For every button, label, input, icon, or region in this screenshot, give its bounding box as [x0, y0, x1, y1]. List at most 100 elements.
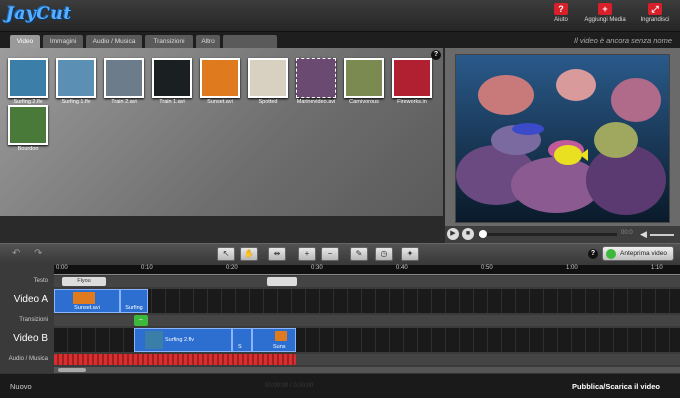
transitions-track[interactable]: ⇔	[54, 315, 680, 326]
transition-clip[interactable]: ⇔	[134, 315, 148, 326]
video-b-track[interactable]: Surfing 2.flv S Suns	[54, 328, 680, 352]
clip-thumbnail	[275, 331, 287, 341]
hand-tool-icon[interactable]: ✋	[240, 247, 258, 261]
timer-icon[interactable]: ◷	[375, 247, 393, 261]
help-label: Aiuto	[554, 17, 568, 23]
bottom-bar: Nuovo 00:00:00 / 0:00:00 Pubblica/Scaric…	[0, 373, 680, 398]
help-icon: ?	[554, 3, 568, 15]
media-tabs: Video Immagini Audio / Musica Transizion…	[0, 32, 680, 48]
maximize-label: Ingrandisci	[640, 17, 670, 23]
time-ruler[interactable]: 0:00 0:10 0:20 0:30 0:40 0:50 1:00 1:10	[54, 265, 680, 275]
select-tool-icon[interactable]: ↖	[217, 247, 235, 261]
clip-label: S	[238, 344, 242, 350]
video-a-clip[interactable]: Surfing	[120, 289, 148, 313]
ruler-tick-label: 1:10	[651, 265, 663, 271]
media-thumbnail-label: Fireworks.in	[397, 99, 427, 105]
video-b-label: Video B	[13, 333, 48, 344]
video-b-clip[interactable]: Surfing 2.flv	[134, 328, 232, 352]
ruler-tick-label: 0:10	[141, 265, 153, 271]
media-thumbnail[interactable]	[56, 58, 96, 98]
video-a-track[interactable]: Sunset.avi Surfing	[54, 289, 680, 313]
tab-other[interactable]: Altro	[196, 35, 220, 48]
timeline: 0:00 0:10 0:20 0:30 0:40 0:50 1:00 1:10 Testo F…	[0, 263, 680, 373]
add-media-button[interactable]: + Aggiungi Media	[580, 3, 630, 23]
add-media-label: Aggiungi Media	[584, 17, 626, 23]
eyedropper-icon[interactable]: ✎	[350, 247, 368, 261]
maximize-button[interactable]: ⤢ Ingrandisci	[630, 3, 680, 23]
time-readout: 00:0	[621, 230, 633, 236]
transitions-track-label: Transizioni	[19, 317, 48, 323]
media-thumbnail[interactable]	[200, 58, 240, 98]
split-tool-icon[interactable]: ⇹	[268, 247, 286, 261]
media-thumbnail-label: Spotted	[258, 99, 278, 105]
maximize-icon: ⤢	[648, 3, 662, 15]
seek-bar[interactable]	[479, 230, 617, 238]
tab-video[interactable]: Video	[10, 35, 40, 48]
play-button[interactable]: ▶	[447, 228, 459, 240]
text-clip-2[interactable]	[267, 277, 297, 286]
video-preview-panel: ▶ ■ 00:0 ◀	[445, 48, 680, 243]
camera-plus-icon: +	[598, 3, 612, 15]
media-thumbnail[interactable]	[344, 58, 384, 98]
media-thumbnail-label: Carnivorous	[349, 99, 379, 105]
ruler-tick-label: 0:50	[481, 265, 493, 271]
zoom-out-icon[interactable]: −	[321, 247, 339, 261]
undo-icon[interactable]: ↶	[12, 248, 20, 259]
media-thumbnail[interactable]	[392, 58, 432, 98]
tab-extra[interactable]	[223, 35, 277, 48]
project-title[interactable]: Il video è ancora senza nome	[574, 36, 672, 45]
footer-status: 00:00:00 / 0:00:00	[265, 383, 314, 389]
publish-button[interactable]: Pubblica/Scarica il video	[572, 382, 660, 391]
video-b-clip[interactable]: Suns	[252, 328, 296, 352]
seek-handle[interactable]	[479, 230, 487, 238]
stop-button[interactable]: ■	[462, 228, 474, 240]
aquarium-frame	[456, 55, 669, 222]
video-screen[interactable]	[455, 54, 670, 223]
ruler-tick-label: 0:00	[56, 265, 68, 271]
clip-thumbnail	[73, 292, 95, 304]
media-thumbnail-label: Train 1.avi	[159, 99, 185, 105]
media-thumbnail[interactable]	[248, 58, 288, 98]
media-thumbnail-label: Marinevideo.avi	[296, 99, 336, 105]
ruler-tick-label: 1:00	[566, 265, 578, 271]
clip-label: Suns	[273, 344, 286, 350]
top-bar: JayCut ? Aiuto + Aggiungi Media ⤢ Ingran…	[0, 0, 680, 32]
preview-video-button[interactable]: Anteprima video	[602, 246, 674, 261]
text-track-label: Testo	[33, 278, 48, 284]
edit-toolbar: ↶ ↷ ↖ ✋ ⇹ + − ✎ ◷ ✦ ? Anteprima video	[0, 243, 680, 263]
library-help-icon[interactable]: ?	[431, 50, 441, 60]
video-a-clip[interactable]: Sunset.avi	[54, 289, 120, 313]
media-thumbnail[interactable]	[296, 58, 336, 98]
media-thumbnail[interactable]	[104, 58, 144, 98]
ruler-tick-label: 0:40	[396, 265, 408, 271]
media-thumbnail[interactable]	[152, 58, 192, 98]
media-thumbnail-label: Train 2.avi	[111, 99, 137, 105]
media-library: ? Surfing 2.flv Surfing 1.flv Train 2.avi T…	[0, 48, 443, 216]
volume-slider[interactable]	[650, 234, 674, 236]
tab-images[interactable]: Immagini	[43, 35, 83, 48]
video-b-clip[interactable]: S	[232, 328, 252, 352]
player-controls: ▶ ■ 00:0 ◀	[445, 226, 680, 243]
play-circle-icon	[606, 249, 616, 259]
help-button[interactable]: ? Aiuto	[536, 3, 586, 23]
audio-track[interactable]	[54, 354, 680, 365]
audio-clip[interactable]	[54, 354, 296, 365]
ruler-tick-label: 0:30	[311, 265, 323, 271]
toolbar-help-icon[interactable]: ?	[588, 249, 598, 259]
text-clip[interactable]: Flyou	[62, 277, 106, 286]
text-track[interactable]: Flyou	[54, 276, 680, 287]
audio-track-label: Audio / Musica	[8, 356, 48, 362]
scroll-thumb[interactable]	[58, 368, 86, 372]
media-thumbnail-label: Surfing 1.flv	[61, 99, 91, 105]
magic-wand-icon[interactable]: ✦	[401, 247, 419, 261]
redo-icon[interactable]: ↷	[34, 248, 42, 259]
app-logo: JayCut	[6, 4, 72, 24]
tab-audio-music[interactable]: Audio / Musica	[86, 35, 142, 48]
volume-icon[interactable]: ◀	[640, 229, 647, 240]
clip-label: Surfing 2.flv	[165, 337, 195, 343]
tab-transitions[interactable]: Transizioni	[145, 35, 193, 48]
zoom-in-icon[interactable]: +	[298, 247, 316, 261]
new-project-button[interactable]: Nuovo	[10, 382, 32, 391]
media-thumbnail[interactable]	[8, 58, 48, 98]
media-thumbnail[interactable]	[8, 105, 48, 145]
